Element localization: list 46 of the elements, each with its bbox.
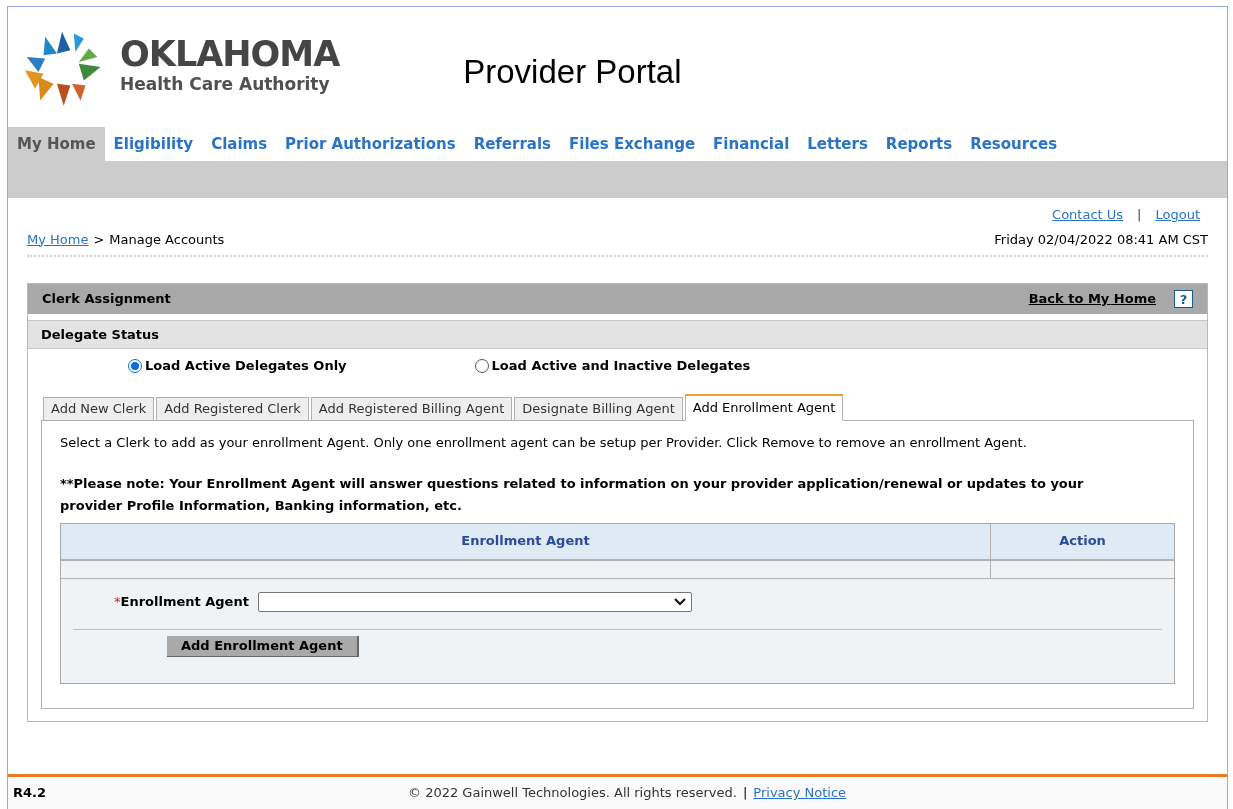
- breadcrumb-link[interactable]: My Home: [27, 229, 89, 249]
- radio-button[interactable]: [128, 358, 142, 373]
- link-separator: |: [1137, 206, 1142, 224]
- logo-subtitle: Health Care Authority: [120, 73, 331, 97]
- column-header: Action: [1058, 532, 1107, 551]
- portal-title: Provider Portal: [463, 52, 682, 93]
- nav-tab[interactable]: My Home: [8, 127, 105, 161]
- required-marker: *: [114, 592, 121, 611]
- logout-link[interactable]: Logout: [1155, 205, 1200, 225]
- help-button[interactable]: ?: [1174, 290, 1193, 308]
- copyright-text: © 2022 Gainwell Technologies. All rights reserved.: [408, 784, 737, 803]
- tab[interactable]: Add New Clerk: [43, 397, 155, 421]
- column-header: Enrollment Agent: [61, 523, 991, 559]
- tab[interactable]: Add Registered Billing Agent: [310, 397, 513, 421]
- instructions-text: Select a Clerk to add as your enrollment Agent. Only one enrollment agent can be setup per Provider. Click Remove to remove an enrollment Agent.: [60, 434, 1028, 452]
- datetime-text: Friday 02/04/2022 08:41 AM CST: [994, 230, 1208, 249]
- panel-title: Clerk Assignment: [42, 290, 171, 309]
- footer-separator: |: [742, 784, 748, 803]
- nav-tab[interactable]: Referrals: [464, 127, 561, 161]
- field-label: Enrollment Agent: [120, 592, 249, 611]
- add-enrollment-agent-button[interactable]: Add Enrollment Agent: [167, 635, 359, 657]
- tab[interactable]: Add Registered Clerk: [156, 397, 309, 421]
- nav-tab[interactable]: Letters: [798, 127, 877, 161]
- nav-tab[interactable]: Financial: [704, 127, 799, 161]
- tab[interactable]: Add Enrollment Agent: [684, 394, 844, 421]
- logo-title: OKLAHOMA: [120, 36, 340, 73]
- tab[interactable]: Designate Billing Agent: [514, 397, 683, 421]
- radio-label: Load Active and Inactive Delegates: [491, 356, 751, 375]
- nav-tab[interactable]: Claims: [202, 127, 277, 161]
- radio-label: Load Active Delegates Only: [145, 356, 347, 375]
- nav-tab[interactable]: Reports: [876, 127, 962, 161]
- back-link[interactable]: Back to My Home: [1028, 289, 1156, 309]
- note-text: **Please note: Your Enrollment Agent will answer questions related to information on your provider application/renewal or updates to your provider Profile Information, Banking information, etc.: [60, 474, 1085, 515]
- privacy-notice-link[interactable]: Privacy Notice: [753, 783, 847, 803]
- nav-tab[interactable]: Files Exchange: [560, 127, 705, 161]
- section-title: Delegate Status: [41, 325, 160, 344]
- breadcrumb-current: Manage Accounts: [109, 230, 225, 249]
- radio-button[interactable]: [474, 358, 489, 373]
- nav-tab[interactable]: Eligibility: [104, 127, 203, 161]
- nav-tab[interactable]: Prior Authorizations: [276, 127, 465, 161]
- nav-tab[interactable]: Resources: [961, 127, 1067, 161]
- chevron-down-icon: [673, 597, 686, 606]
- version-text: R4.2: [13, 784, 47, 803]
- breadcrumb-separator: >: [93, 230, 105, 249]
- contact-us-link[interactable]: Contact Us: [1052, 205, 1124, 225]
- enrollment-agent-select[interactable]: [257, 591, 692, 612]
